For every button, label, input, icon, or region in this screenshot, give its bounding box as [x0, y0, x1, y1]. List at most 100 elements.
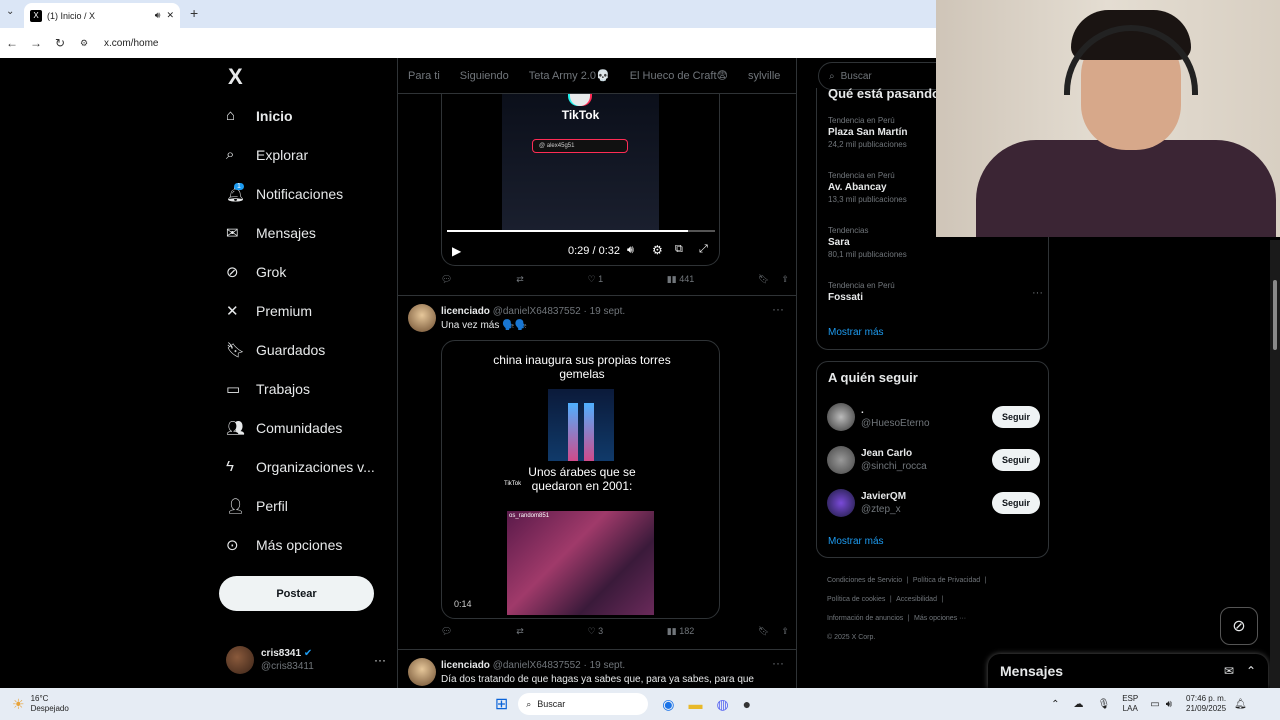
like-button[interactable]: ♡ 1 — [587, 274, 603, 285]
sidebar-item-grok[interactable]: ⊘ Grok — [226, 252, 396, 291]
volume-icon[interactable]: 🔊︎ — [1166, 699, 1172, 710]
site-info-icon[interactable]: ⚙ — [72, 38, 96, 49]
address-bar[interactable]: x.com/home — [104, 38, 158, 49]
sidebar-item-más-opciones[interactable]: ⊙ Más opciones — [226, 525, 396, 564]
sidebar-item-comunidades[interactable]: 👥︎ Comunidades — [226, 408, 396, 447]
tweet-more-icon[interactable]: ··· — [772, 302, 784, 316]
sidebar-item-premium[interactable]: ✕ Premium — [226, 291, 396, 330]
follow-button[interactable]: Seguir — [991, 491, 1040, 514]
new-message-icon[interactable]: ✉ — [1224, 664, 1234, 678]
views-button[interactable]: ▮▮ 441 — [667, 274, 694, 285]
share-icon[interactable]: ⇪ — [781, 626, 789, 637]
video-tweet[interactable]: TikTok @ alex45g51 ▶ 0:29 / 0:32 🔊︎ ⚙ ⧉ … — [398, 94, 796, 296]
follow-handle[interactable]: @ztep_x — [861, 503, 906, 516]
start-icon[interactable]: ⊞ — [495, 694, 508, 714]
follow-name[interactable]: . — [861, 404, 930, 417]
page-scrollbar[interactable] — [1270, 240, 1280, 688]
language-bottom[interactable]: LAA — [1122, 704, 1138, 714]
footer-link[interactable]: Información de anuncios — [827, 615, 903, 622]
sidebar-item-perfil[interactable]: 👤︎ Perfil — [226, 486, 396, 525]
sidebar-item-trabajos[interactable]: ▭ Trabajos — [226, 369, 396, 408]
timeline-tab[interactable]: Teta Army 2.0💀 — [519, 69, 620, 82]
video-player[interactable]: TikTok @ alex45g51 ▶ 0:29 / 0:32 🔊︎ ⚙ ⧉ … — [441, 94, 720, 266]
scrollbar-thumb[interactable] — [1273, 280, 1277, 350]
timeline-tab[interactable]: Siguiendo — [450, 70, 519, 82]
new-tab-button[interactable]: + — [190, 5, 198, 21]
follow-button[interactable]: Seguir — [991, 448, 1040, 471]
author-handle[interactable]: @danielX64837552 — [493, 306, 581, 317]
cloud-icon[interactable]: ☁ — [1074, 699, 1084, 710]
grok-fab-icon[interactable]: ⊘ — [1220, 607, 1258, 645]
play-icon[interactable]: ▶ — [452, 244, 461, 258]
sidebar-item-mensajes[interactable]: ✉ Mensajes — [226, 213, 396, 252]
x-logo[interactable]: X — [228, 64, 243, 90]
footer-link[interactable]: Política de cookies — [827, 596, 885, 603]
browser-tab[interactable]: X (1) Inicio / X 🔊︎ ✕ — [24, 3, 180, 28]
footer-link[interactable]: Accesibilidad — [896, 596, 937, 603]
footer-link[interactable]: Condiciones de Servicio — [827, 577, 902, 584]
follow-button[interactable]: Seguir — [991, 405, 1040, 428]
footer-link[interactable]: Más opciones ··· — [914, 615, 966, 622]
reload-icon[interactable]: ↻ — [48, 36, 72, 50]
author-name[interactable]: licenciado — [441, 660, 490, 671]
forward-icon[interactable]: → — [24, 36, 48, 50]
avatar[interactable] — [827, 402, 855, 431]
tray-chevron-icon[interactable]: ⌃ — [1051, 699, 1059, 710]
avatar[interactable] — [408, 304, 436, 332]
search-input[interactable]: Buscar — [841, 71, 872, 82]
footer-link[interactable]: Política de Privacidad — [913, 577, 980, 584]
taskbar-search[interactable]: ⌕ Buscar — [518, 693, 649, 715]
tab-close-icon[interactable]: ✕ — [166, 10, 174, 21]
network-icon[interactable]: ▭ — [1150, 699, 1159, 710]
tweet[interactable]: licenciado @danielX64837552 · 19 sept. ·… — [398, 650, 796, 688]
follow-suggestion[interactable]: JavierQM @ztep_x Seguir — [817, 481, 1050, 524]
follow-show-more[interactable]: Mostrar más — [828, 536, 884, 547]
notification-icon[interactable]: 🔔︎ — [1234, 699, 1247, 710]
author-name[interactable]: licenciado — [441, 306, 490, 317]
back-icon[interactable]: ← — [0, 36, 24, 50]
sidebar-item-explorar[interactable]: ⌕ Explorar — [226, 135, 396, 174]
sidebar-item-organizaciones-v[interactable]: ϟ Organizaciones v... — [226, 447, 396, 486]
expand-icon[interactable]: ⌃ — [1246, 664, 1256, 678]
messages-drawer[interactable]: Mensajes ✉ ⌃ — [988, 654, 1268, 688]
file-explorer-icon[interactable]: ▬ — [688, 696, 702, 712]
sidebar-item-inicio[interactable]: ⌂ Inicio — [226, 96, 396, 135]
fullscreen-icon[interactable]: ⤢ — [699, 243, 708, 256]
chrome-icon[interactable]: ◉ — [662, 696, 674, 713]
timeline-tab[interactable]: sylville — [738, 70, 790, 82]
follow-suggestion[interactable]: . @HuesoEterno Seguir — [817, 395, 1050, 438]
clock-time[interactable]: 07:46 p. m. — [1186, 694, 1226, 704]
reply-icon[interactable]: 💬︎ — [441, 626, 452, 637]
account-switcher[interactable]: cris8341 ✔ @cris83411 ··· — [226, 640, 386, 680]
volume-icon[interactable]: 🔊︎ — [627, 244, 634, 257]
bookmark-icon[interactable]: 🔖︎ — [758, 626, 769, 637]
picture-in-picture-icon[interactable]: ⧉ — [675, 243, 683, 256]
follow-handle[interactable]: @sinchi_rocca — [861, 460, 927, 473]
repost-icon[interactable]: ⇄ — [516, 274, 524, 285]
reply-icon[interactable]: 💬︎ — [441, 274, 452, 285]
mic-icon[interactable]: 🎙︎ — [1098, 699, 1111, 710]
tweet-date[interactable]: · 19 sept. — [583, 660, 625, 671]
weather-desc[interactable]: Despejado — [31, 704, 69, 714]
clock-date[interactable]: 21/09/2025 — [1186, 704, 1226, 714]
video-progress-track[interactable] — [447, 230, 715, 232]
weather-icon[interactable]: ☀ — [12, 696, 25, 713]
trend-more-icon[interactable]: ··· — [1032, 287, 1043, 299]
like-button[interactable]: ♡ 3 — [587, 626, 603, 637]
sidebar-item-notificaciones[interactable]: 🔔︎ 1 Notificaciones — [226, 174, 396, 213]
avatar[interactable] — [827, 488, 855, 517]
tab-audio-icon[interactable]: 🔊︎ — [155, 10, 161, 21]
timeline-tab[interactable]: Para ti — [398, 70, 450, 82]
language-top[interactable]: ESP — [1122, 694, 1138, 704]
follow-name[interactable]: JavierQM — [861, 490, 906, 503]
app-icon[interactable]: ● — [743, 696, 751, 712]
timeline-tab[interactable]: El Hueco de Craft😨 — [620, 69, 738, 82]
repost-icon[interactable]: ⇄ — [516, 626, 524, 637]
follow-handle[interactable]: @HuesoEterno — [861, 417, 930, 430]
settings-icon[interactable]: ⚙ — [652, 243, 663, 257]
views-button[interactable]: ▮▮ 182 — [667, 626, 694, 637]
avatar[interactable] — [408, 658, 436, 686]
trends-show-more[interactable]: Mostrar más — [828, 327, 884, 338]
post-button[interactable]: Postear — [219, 576, 374, 611]
weather-temp[interactable]: 16°C — [31, 694, 69, 704]
